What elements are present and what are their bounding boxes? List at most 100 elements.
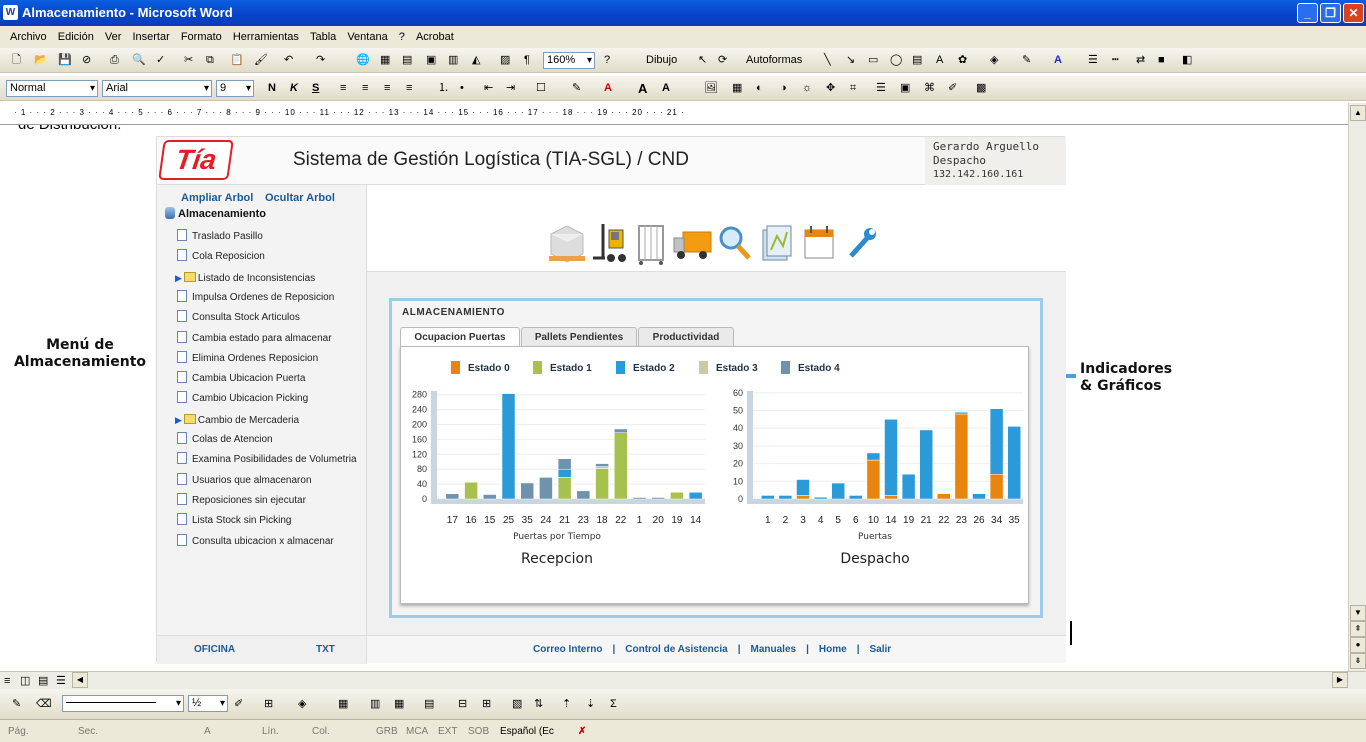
clipart-icon[interactable]: ✿: [958, 53, 967, 68]
cage-cart-icon[interactable]: [631, 222, 671, 266]
sidebar-item[interactable]: Cambia estado para almacenar: [177, 330, 332, 347]
truck-icon[interactable]: [673, 222, 713, 266]
menu-archivo[interactable]: Archivo: [10, 31, 47, 43]
new-document-icon[interactable]: 🗋: [12, 53, 21, 68]
compress-icon[interactable]: ▣: [900, 81, 910, 96]
status-mca[interactable]: MCA: [406, 722, 428, 742]
status-grb[interactable]: GRB: [376, 722, 398, 742]
wordart-icon[interactable]: A: [936, 53, 943, 68]
sort-asc-icon[interactable]: ⇡: [562, 697, 571, 712]
expand-tree-link[interactable]: Ampliar Arbol: [181, 192, 253, 204]
footer-link[interactable]: Control de Asistencia: [625, 644, 727, 655]
magnifier-icon[interactable]: [715, 222, 755, 266]
reports-folder-icon[interactable]: [757, 222, 797, 266]
sidebar-item[interactable]: ▶ Cambio de Mercaderia: [175, 412, 299, 428]
oval-icon[interactable]: ◯: [890, 53, 902, 68]
footer-txt[interactable]: TXT: [316, 644, 335, 655]
menu-ayuda[interactable]: ?: [399, 31, 405, 43]
web-view-icon[interactable]: ◫: [20, 674, 30, 689]
wrap-icon[interactable]: ⌘: [924, 81, 935, 96]
zoom-select[interactable]: 160%: [543, 52, 595, 69]
document-area[interactable]: de Distribución. Menú de Almacenamiento …: [0, 125, 1348, 671]
scroll-up-button[interactable]: ▲: [1350, 105, 1366, 121]
insert-table-icon[interactable]: ▤: [402, 53, 412, 68]
align-right-icon[interactable]: ≡: [384, 81, 390, 96]
hyperlink-icon[interactable]: 🌐: [356, 53, 370, 68]
format-painter-icon[interactable]: 🖌: [254, 53, 268, 68]
text-direction-icon[interactable]: ⇅: [534, 697, 543, 712]
picture-tool-icon-5[interactable]: ✥: [826, 81, 835, 96]
copy-icon[interactable]: ⧉: [206, 53, 214, 68]
menu-insertar[interactable]: Insertar: [132, 31, 169, 43]
align-left-icon[interactable]: ≡: [340, 81, 346, 96]
draw-table-icon[interactable]: ✎: [12, 697, 21, 712]
show-hide-icon[interactable]: ¶: [524, 53, 530, 68]
save-icon[interactable]: 💾: [58, 53, 72, 68]
sidebar-item[interactable]: Colas de Atencion: [177, 432, 273, 448]
footer-link[interactable]: Home: [819, 644, 847, 655]
permission-icon[interactable]: ⊘: [82, 53, 91, 68]
3d-icon[interactable]: ◧: [1182, 53, 1192, 68]
sidebar-item[interactable]: Lista Stock sin Picking: [177, 513, 292, 529]
tab-productividad[interactable]: Productividad: [638, 327, 734, 347]
horizontal-scrollbar[interactable]: ≡ ◫ ▤ ☰ ◀ ▶: [0, 671, 1366, 689]
border-color-icon[interactable]: ✐: [234, 697, 243, 712]
scroll-left-button[interactable]: ◀: [72, 672, 88, 688]
font-color-icon[interactable]: A: [1054, 53, 1062, 68]
sidebar-item[interactable]: Cambia Ubicacion Puerta: [177, 371, 305, 387]
autoformat-table-icon[interactable]: ▧: [512, 697, 522, 712]
merge-cells-icon[interactable]: ▥: [370, 697, 380, 712]
dash-style-icon[interactable]: ┅: [1112, 53, 1119, 68]
underline-button[interactable]: S: [312, 81, 319, 96]
cut-icon[interactable]: ✂: [184, 53, 193, 68]
footer-oficina[interactable]: OFICINA: [194, 644, 235, 655]
status-sob[interactable]: SOB: [468, 722, 489, 742]
crop-icon[interactable]: ⌗: [850, 81, 856, 96]
bullets-icon[interactable]: •: [460, 81, 464, 96]
line-style-icon-2[interactable]: ☰: [876, 81, 886, 96]
line-style-icon[interactable]: ☰: [1088, 53, 1098, 68]
autosum-icon[interactable]: Σ: [610, 697, 617, 712]
normal-view-icon[interactable]: ≡: [4, 674, 10, 689]
print-icon[interactable]: ⎙: [110, 53, 119, 68]
forklift-icon[interactable]: [589, 222, 629, 266]
sidebar-item[interactable]: Elimina Ordenes Reposicion: [177, 350, 318, 367]
sidebar-item[interactable]: Consulta Stock Articulos: [177, 310, 300, 326]
outside-border-icon[interactable]: ☐: [536, 81, 546, 96]
previous-page-button[interactable]: ⇞: [1350, 621, 1366, 637]
line-icon[interactable]: ╲: [824, 53, 831, 68]
minimize-button[interactable]: _: [1297, 3, 1318, 23]
undo-icon[interactable]: ↶: [284, 53, 293, 68]
sidebar-item[interactable]: Consulta ubicacion x almacenar: [177, 533, 334, 550]
shrink-font-icon[interactable]: A: [662, 81, 670, 96]
footer-link[interactable]: Salir: [870, 644, 892, 655]
picture-tool-icon-1[interactable]: ▦: [732, 81, 742, 96]
wrench-icon[interactable]: [841, 222, 881, 266]
textbox-icon[interactable]: ▤: [912, 53, 922, 68]
menu-formato[interactable]: Formato: [181, 31, 222, 43]
arrow-icon[interactable]: ↘: [846, 53, 855, 68]
scroll-right-button[interactable]: ▶: [1332, 672, 1348, 688]
sidebar-item[interactable]: Reposiciones sin ejecutar: [177, 492, 306, 509]
menu-ventana[interactable]: Ventana: [347, 31, 387, 43]
expand-arrow-icon[interactable]: ▶: [175, 273, 182, 283]
outline-view-icon[interactable]: ☰: [56, 674, 66, 689]
redo-icon[interactable]: ↷: [316, 53, 325, 68]
document-map-icon[interactable]: ▨: [500, 53, 510, 68]
picture-tool-icon-3[interactable]: ◑: [780, 81, 787, 96]
line-color-icon[interactable]: ✎: [1022, 53, 1031, 68]
restore-button[interactable]: ❐: [1320, 3, 1341, 23]
next-page-button[interactable]: ⇟: [1350, 653, 1366, 669]
open-icon[interactable]: 📂: [34, 53, 48, 68]
italic-button[interactable]: K: [290, 81, 298, 96]
picture-tool-icon-4[interactable]: ☼: [802, 81, 812, 96]
menu-herramientas[interactable]: Herramientas: [233, 31, 299, 43]
expand-arrow-icon[interactable]: ▶: [175, 415, 182, 425]
fill-color-icon[interactable]: ◈: [990, 53, 998, 68]
numbering-icon[interactable]: ⒈: [438, 81, 449, 96]
set-transparent-icon[interactable]: ✐: [948, 81, 957, 96]
columns-icon[interactable]: ▥: [448, 53, 458, 68]
dibujo-menu[interactable]: Dibujo: [646, 53, 677, 68]
spelling-icon[interactable]: ✓: [156, 53, 165, 68]
distribute-cols-icon[interactable]: ⊞: [482, 697, 491, 712]
